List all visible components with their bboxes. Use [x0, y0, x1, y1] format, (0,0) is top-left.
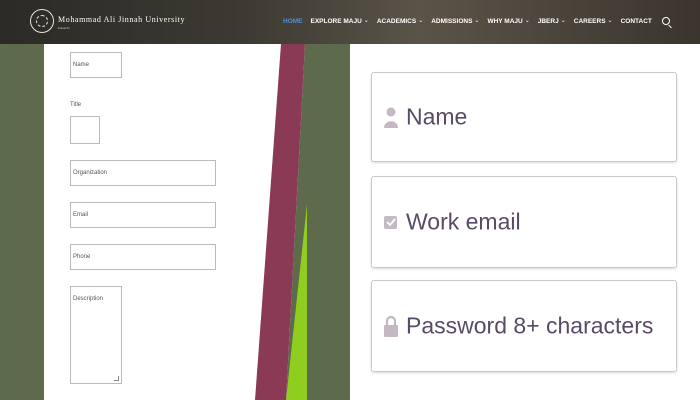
organization-field[interactable]: Organization	[70, 160, 216, 186]
work-email-placeholder: Work email	[406, 208, 521, 235]
nav-home[interactable]: HOME	[283, 18, 303, 25]
description-field-label: Description	[73, 296, 104, 302]
chevron-down-icon: ⌄	[607, 18, 613, 24]
nav-academics[interactable]: ACADEMICS ⌄	[377, 18, 423, 25]
left-form-panel: Name Title Organization Email Phone Desc…	[44, 44, 276, 400]
nav-careers-label: CAREERS	[573, 17, 606, 25]
nav-academics-label: ACADEMICS	[376, 17, 417, 25]
university-subtitle: Karachi	[58, 26, 70, 30]
name-input[interactable]: Name	[371, 72, 677, 162]
nav-contact[interactable]: CONTACT	[621, 18, 652, 25]
name-placeholder: Name	[406, 103, 468, 130]
name-field-label: Name	[73, 62, 90, 68]
nav-jberj[interactable]: JBERJ ⌄	[538, 18, 566, 25]
phone-field-label: Phone	[73, 254, 91, 260]
lock-icon	[384, 315, 398, 337]
right-form-panel: Name Work email Password 8+ characters	[350, 44, 700, 400]
person-icon	[384, 107, 398, 128]
checkbox-icon	[384, 216, 397, 229]
email-field-label: Email	[73, 212, 89, 218]
nav-careers[interactable]: CAREERS ⌄	[574, 18, 613, 25]
chevron-down-icon: ⌄	[363, 18, 369, 24]
name-field[interactable]: Name	[70, 52, 122, 78]
phone-field[interactable]: Phone	[70, 244, 216, 270]
chevron-down-icon: ⌄	[560, 18, 566, 24]
password-input[interactable]: Password 8+ characters	[371, 280, 677, 372]
title-field[interactable]	[70, 116, 100, 144]
nav-why-maju[interactable]: WHY MAJU ⌄	[487, 18, 529, 25]
decorative-stripes	[250, 44, 350, 400]
chevron-down-icon: ⌄	[524, 18, 530, 24]
chevron-down-icon: ⌄	[474, 18, 480, 24]
nav-jberj-label: JBERJ	[537, 17, 559, 25]
site-header: Mohammad Ali Jinnah University Karachi H…	[0, 0, 700, 44]
nav-explore-maju-label: EXPLORE MAJU	[310, 17, 362, 25]
nav-explore-maju[interactable]: EXPLORE MAJU ⌄	[311, 18, 369, 25]
university-logo-icon[interactable]	[30, 9, 54, 33]
nav-admissions-label: ADMISSIONS	[431, 17, 473, 25]
main-nav: HOME EXPLORE MAJU ⌄ ACADEMICS ⌄ ADMISSIONS…	[283, 17, 670, 25]
nav-contact-label: CONTACT	[620, 17, 652, 25]
nav-why-maju-label: WHY MAJU	[487, 17, 523, 25]
description-textarea[interactable]: Description	[70, 286, 122, 384]
organization-field-label: Organization	[73, 170, 108, 176]
nav-home-label: HOME	[283, 17, 303, 25]
email-field[interactable]: Email	[70, 202, 216, 228]
work-email-input[interactable]: Work email	[371, 176, 677, 268]
password-placeholder: Password 8+ characters	[406, 312, 654, 339]
chevron-down-icon: ⌄	[418, 18, 424, 24]
resize-handle-icon[interactable]	[114, 376, 119, 381]
search-icon[interactable]	[661, 17, 670, 25]
nav-admissions[interactable]: ADMISSIONS ⌄	[431, 18, 479, 25]
title-field-label: Title	[70, 102, 82, 108]
university-name[interactable]: Mohammad Ali Jinnah University	[58, 15, 185, 24]
